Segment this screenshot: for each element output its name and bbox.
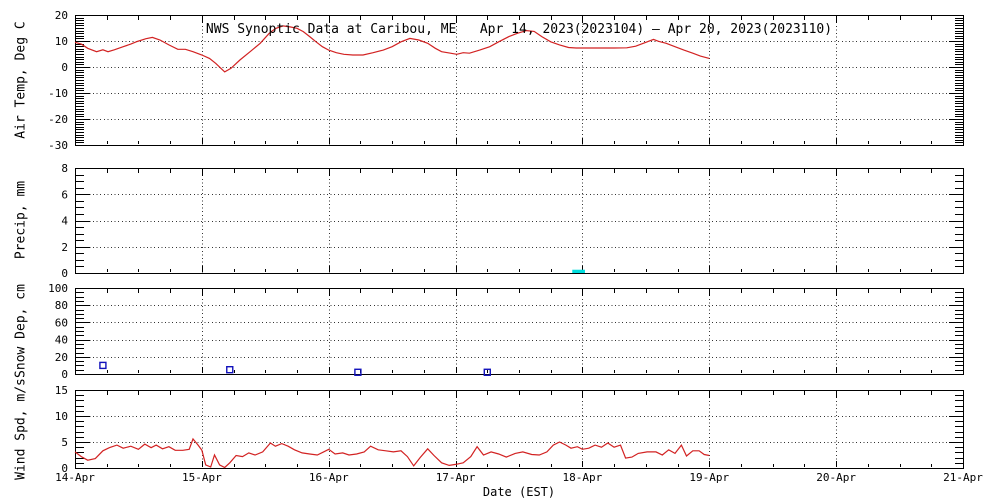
precip-gridlines xyxy=(75,168,963,273)
svg-text:0: 0 xyxy=(61,368,68,381)
svg-text:10: 10 xyxy=(55,35,68,48)
svg-text:6: 6 xyxy=(61,188,68,201)
panel-wind-speed: 151050 xyxy=(55,384,964,475)
wind-speed-ms-line xyxy=(74,437,710,469)
x-tick-label: 14-Apr xyxy=(55,471,95,484)
snow-depth-axis-ticks xyxy=(75,288,964,375)
panel-precip: 8 6 4 2 0 xyxy=(61,162,964,280)
svg-text:20: 20 xyxy=(55,351,68,364)
svg-text:4: 4 xyxy=(61,215,68,228)
panel-snow-depth: 100 80 60 40 20 0 xyxy=(48,282,964,381)
svg-text:0: 0 xyxy=(61,267,68,280)
precip-ytick-labels: 8 6 4 2 0 xyxy=(61,162,68,280)
x-tick-label: 15-Apr xyxy=(182,471,222,484)
x-tick-labels: 14-Apr 15-Apr 16-Apr 17-Apr 18-Apr 19-Apr 20-A… xyxy=(55,471,983,484)
x-tick-label: 17-Apr xyxy=(436,471,476,484)
svg-text:2: 2 xyxy=(61,241,68,254)
x-tick-label: 21-Apr xyxy=(943,471,983,484)
wind-speed-frame xyxy=(75,390,964,469)
snow-depth-frame xyxy=(75,288,964,375)
svg-text:60: 60 xyxy=(55,316,68,329)
y-axis-label-snow-depth: Snow Dep, cm xyxy=(13,284,29,378)
y-axis-label-precip: Precip, mm xyxy=(13,180,29,260)
y-axis-label-air-temp: Air Temp, Deg C xyxy=(13,21,29,139)
svg-text:15: 15 xyxy=(55,384,68,397)
x-tick-label: 16-Apr xyxy=(309,471,349,484)
snow-depth-gridlines xyxy=(75,288,963,374)
snow-depth-cm-marker xyxy=(99,361,107,370)
x-tick-label: 20-Apr xyxy=(816,471,856,484)
wind-speed-ytick-labels: 151050 xyxy=(55,384,68,475)
x-tick-label: 18-Apr xyxy=(563,471,603,484)
svg-text:80: 80 xyxy=(55,299,68,312)
air-temp-ytick-labels: 20 10 0 -10 -20 -30 xyxy=(48,9,68,152)
svg-text:8: 8 xyxy=(61,162,68,175)
svg-text:5: 5 xyxy=(61,436,68,449)
svg-text:-20: -20 xyxy=(48,113,68,126)
plot-canvas: 20100-10-20-308642010080604020015105014-… xyxy=(48,9,983,484)
wind-speed-gridlines xyxy=(75,390,963,468)
svg-text:10: 10 xyxy=(55,410,68,423)
svg-text:0: 0 xyxy=(61,61,68,74)
svg-text:100: 100 xyxy=(48,282,68,295)
svg-text:-10: -10 xyxy=(48,87,68,100)
svg-text:-30: -30 xyxy=(48,139,68,152)
chart-title: NWS Synoptic Data at Caribou, ME Apr 14,… xyxy=(205,22,833,37)
synoptic-data-figure: 20 10 0 -10 -20 -30 8 6 4 2 0 100 80 60 40 20 0 15 10 5 0 14-… xyxy=(0,0,1000,500)
svg-text:20: 20 xyxy=(55,9,68,22)
snow-depth-cm-marker xyxy=(226,366,234,374)
snow-depth-ytick-labels: 100 80 60 40 20 0 xyxy=(48,282,68,381)
x-tick-label: 19-Apr xyxy=(689,471,729,484)
precip-bar xyxy=(572,269,585,273)
y-axis-label-wind-speed: Wind Spd, m/s xyxy=(13,378,29,480)
wind-speed-axis-ticks xyxy=(75,390,964,469)
svg-text:40: 40 xyxy=(55,334,68,347)
x-axis-label: Date (EST) xyxy=(482,485,556,499)
